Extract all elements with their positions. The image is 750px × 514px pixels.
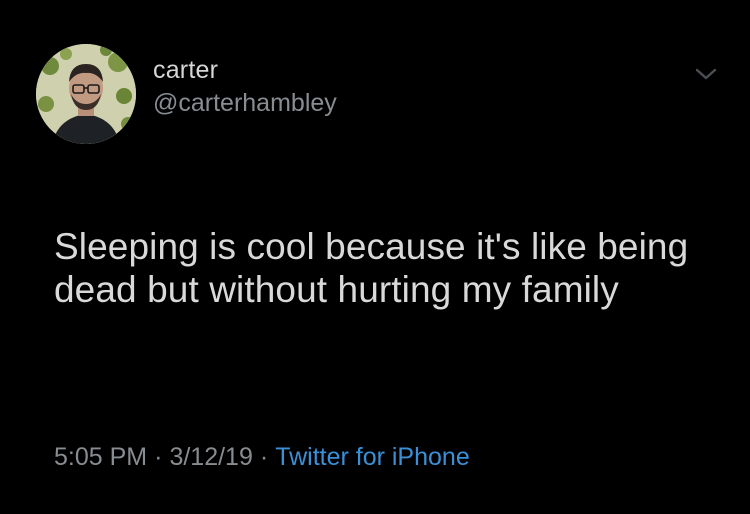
user-handle[interactable]: @carterhambley	[153, 91, 337, 116]
tweet-meta: 5:05 PM · 3/12/19 · Twitter for iPhone	[54, 443, 470, 472]
meta-separator: ·	[259, 443, 269, 471]
tweet-time: 5:05 PM	[54, 443, 148, 471]
tweet-card: carter @carterhambley Sleeping is cool b…	[0, 0, 750, 514]
chevron-down-icon[interactable]	[694, 66, 718, 82]
avatar[interactable]	[36, 44, 136, 144]
tweet-date: 3/12/19	[169, 443, 253, 471]
display-name[interactable]: carter	[153, 58, 337, 83]
tweet-source-link[interactable]: Twitter for iPhone	[275, 443, 470, 471]
user-info: carter @carterhambley	[153, 58, 337, 116]
tweet-text: Sleeping is cool because it's like being…	[54, 226, 689, 310]
meta-separator: ·	[154, 443, 163, 471]
